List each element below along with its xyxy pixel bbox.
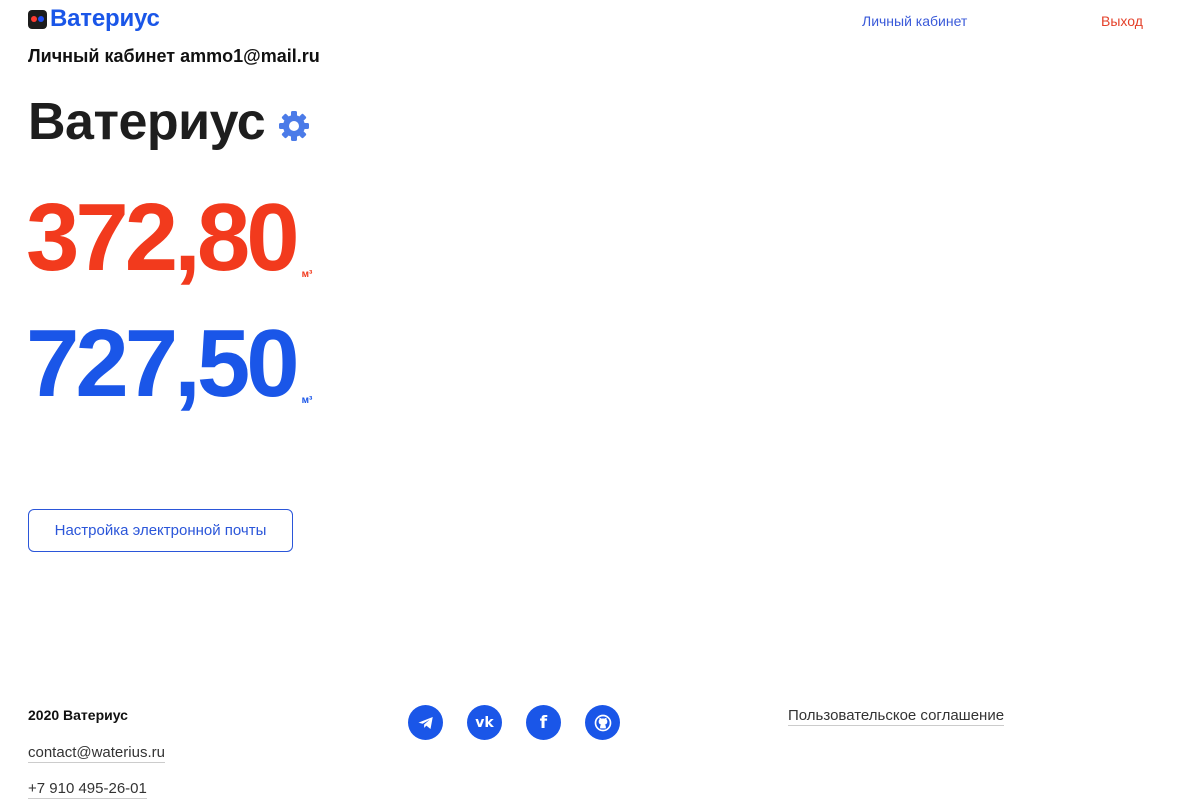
cold-water-unit: м³ bbox=[301, 395, 313, 406]
telegram-icon[interactable] bbox=[408, 705, 443, 740]
device-header: Ватериус bbox=[28, 92, 310, 152]
vk-icon[interactable]: vk bbox=[467, 705, 502, 740]
hot-water-value: 372,80 bbox=[26, 184, 300, 291]
account-heading: Личный кабинет ammo1@mail.ru bbox=[28, 46, 320, 66]
footer-email-link[interactable]: contact@waterius.ru bbox=[28, 744, 165, 763]
logout-link[interactable]: Выход bbox=[1101, 13, 1143, 29]
device-title: Ватериус bbox=[28, 93, 266, 151]
footer-copyright: 2020 Ватериус bbox=[28, 707, 128, 723]
github-icon[interactable] bbox=[585, 705, 620, 740]
social-links: vk f bbox=[408, 705, 620, 740]
logo-icon bbox=[28, 9, 47, 29]
hot-water-reading: 372,80 м³ bbox=[26, 190, 312, 286]
nav-cabinet-link[interactable]: Личный кабинет bbox=[862, 13, 967, 29]
facebook-icon-label: f bbox=[539, 712, 548, 733]
cold-water-reading: 727,50 м³ bbox=[26, 316, 312, 412]
gear-icon[interactable] bbox=[278, 110, 310, 142]
email-settings-button[interactable]: Настройка электронной почты bbox=[28, 509, 293, 552]
terms-link[interactable]: Пользовательское соглашение bbox=[788, 707, 1005, 726]
vk-icon-label: vk bbox=[475, 714, 494, 731]
cold-water-value: 727,50 bbox=[26, 310, 300, 417]
logo-text: Ватериус bbox=[50, 5, 160, 32]
footer-phone-link[interactable]: +7 910 495-26-01 bbox=[28, 780, 147, 799]
hot-water-unit: м³ bbox=[301, 269, 313, 280]
facebook-icon[interactable]: f bbox=[526, 705, 561, 740]
logo[interactable]: Ватериус bbox=[28, 5, 160, 33]
